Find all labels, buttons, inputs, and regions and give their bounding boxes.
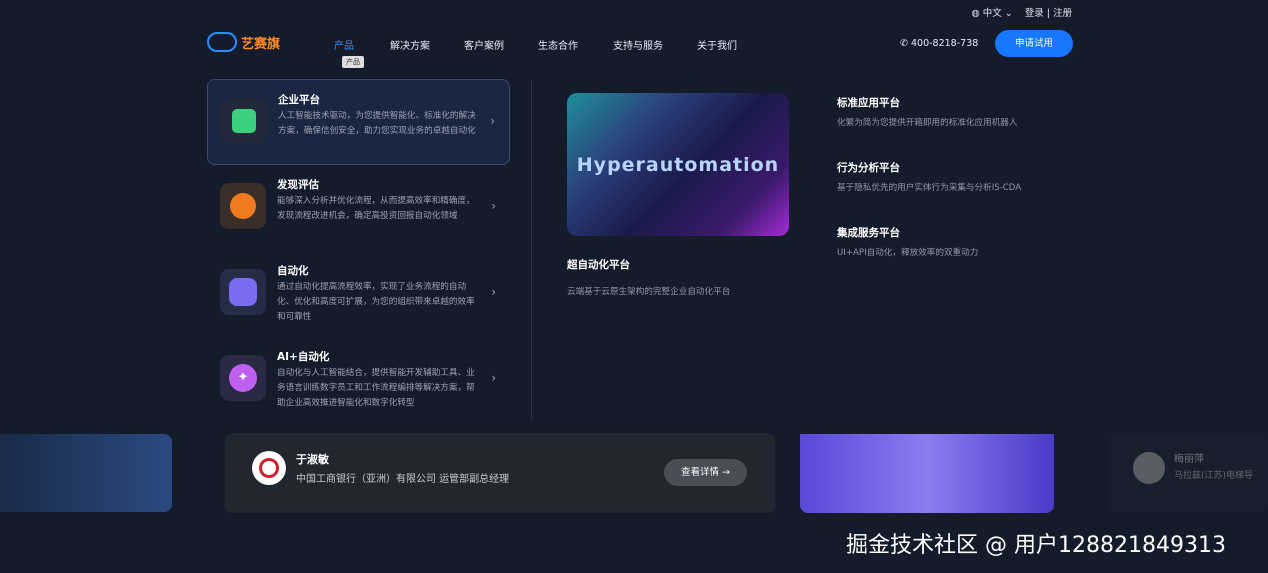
nav-products[interactable]: 产品 xyxy=(334,37,354,52)
nav-about[interactable]: 关于我们 xyxy=(697,37,737,52)
top-bar: ◍ 中文 ⌄ 登录 | 注册 xyxy=(971,5,1072,19)
watermark: 掘金技术社区 @ 用户128821849313 xyxy=(846,533,1226,558)
network-icon xyxy=(220,269,266,315)
integration-platform-title[interactable]: 集成服务平台 xyxy=(837,225,900,240)
behavior-platform-title[interactable]: 行为分析平台 xyxy=(837,160,900,175)
menu-item-automation[interactable]: 自动化 通过自动化提高流程效率，实现了业务流程的自动化、优化和高度可扩展，为您的… xyxy=(207,251,510,337)
side-person-role: 马拉兹(江苏)电梯导 xyxy=(1174,471,1254,481)
company-logo-icon xyxy=(1133,452,1165,484)
phone: ✆ 400-8218-738 xyxy=(900,38,978,49)
person-name: 于淑敏 xyxy=(296,453,329,466)
behavior-platform-desc: 基于隐私优先的用户实体行为采集与分析IS-CDA xyxy=(837,183,1022,193)
menu-item-enterprise[interactable]: 企业平台 人工智能技术驱动，为您提供智能化、标准化的解决方案，确保信创安全，助力… xyxy=(207,79,510,165)
image-caption: Hyperautomation xyxy=(576,153,780,176)
logo-text: 艺赛旗 xyxy=(241,36,281,52)
nav-ecosystem[interactable]: 生态合作 xyxy=(538,37,578,52)
nav-support[interactable]: 支持与服务 xyxy=(613,37,663,52)
side-person-name: 梅丽萍 xyxy=(1174,454,1204,465)
language-select[interactable]: ◍ 中文 ⌄ xyxy=(971,5,1012,19)
icbc-logo-icon xyxy=(252,451,286,485)
testimonial-card: 于淑敏 中国工商银行（亚洲）有限公司 运管部副总经理 查看详情 → xyxy=(225,433,775,513)
cube-icon xyxy=(221,98,267,144)
phone-number: 400-8218-738 xyxy=(910,38,979,49)
language-label: 中文 xyxy=(982,8,1002,19)
chevron-right-icon: › xyxy=(491,371,496,385)
feature-desc: 云端基于云原生架构的完整企业自动化平台 xyxy=(567,287,731,297)
hyperautomation-image[interactable]: Hyperautomation xyxy=(567,93,789,236)
item-title: 自动化 xyxy=(277,265,309,277)
login-link[interactable]: 登录 | 注册 xyxy=(1025,5,1072,19)
integration-platform-desc: UI+API自动化，释放效率的双重动力 xyxy=(837,248,979,258)
chevron-right-icon: › xyxy=(491,285,496,299)
feature-title[interactable]: 超自动化平台 xyxy=(567,257,630,272)
left-card-image xyxy=(0,434,172,512)
person-role: 中国工商银行（亚洲）有限公司 运管部副总经理 xyxy=(296,474,510,485)
button-label: 查看详情 xyxy=(680,467,719,478)
item-title: AI+自动化 xyxy=(277,351,330,363)
standard-platform-title[interactable]: 标准应用平台 xyxy=(837,95,900,110)
view-details-button[interactable]: 查看详情 → xyxy=(664,459,747,486)
side-testimonial-card: 梅丽萍 马拉兹(江苏)电梯导 xyxy=(1108,434,1268,512)
apply-trial-button[interactable]: 申请试用 xyxy=(995,30,1073,57)
item-desc: 自动化与人工智能结合，提供智能开发辅助工具、业务语言训练数字员工和工作流程编排等… xyxy=(277,368,475,408)
nav-solutions[interactable]: 解决方案 xyxy=(390,37,430,52)
item-desc: 人工智能技术驱动，为您提供智能化、标准化的解决方案，确保信创安全，助力您实现业务… xyxy=(278,111,476,136)
item-title: 企业平台 xyxy=(278,94,320,106)
nav-cases[interactable]: 客户案例 xyxy=(464,37,504,52)
chevron-right-icon: › xyxy=(490,114,495,128)
logo[interactable]: 艺赛旗 xyxy=(207,32,280,52)
sparkle-icon: ✦ xyxy=(220,355,266,401)
standard-platform-desc: 化繁为简为您提供开箱即用的标准化应用机器人 xyxy=(837,118,1018,128)
cloud-logo-icon xyxy=(207,32,237,52)
divider xyxy=(531,80,532,420)
building-image xyxy=(800,434,1054,513)
menu-item-discovery[interactable]: 发现评估 能够深入分析并优化流程，从而提高效率和精确度，发现流程改进机会，确定高… xyxy=(207,165,510,251)
compass-icon xyxy=(220,183,266,229)
item-title: 发现评估 xyxy=(277,179,319,191)
phone-icon: ✆ xyxy=(900,38,911,49)
arrow-right-icon: → xyxy=(722,467,730,478)
item-desc: 通过自动化提高流程效率，实现了业务流程的自动化、优化和高度可扩展，为您的组织带来… xyxy=(277,282,475,322)
item-desc: 能够深入分析并优化流程，从而提高效率和精确度，发现流程改进机会，确定高投资回报自… xyxy=(277,196,475,221)
tooltip: 产品 xyxy=(342,56,364,68)
chevron-right-icon: › xyxy=(491,199,496,213)
menu-item-ai-automation[interactable]: ✦ AI+自动化 自动化与人工智能结合，提供智能开发辅助工具、业务语言训练数字员… xyxy=(207,337,510,423)
